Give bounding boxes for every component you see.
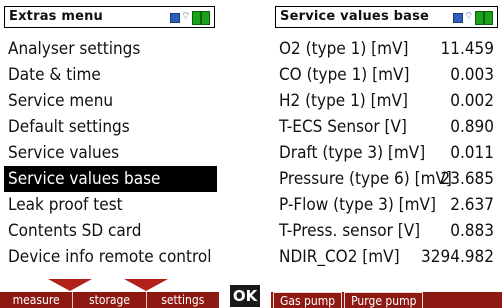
menu-item-service-menu[interactable]: Service menu <box>4 88 217 114</box>
softkey-bar: measure storage settings <box>0 292 219 308</box>
value-reading: 0.002 <box>450 91 494 111</box>
extras-menu-screen: Extras menu ⌔ Analyser settings Date & t… <box>0 0 219 308</box>
value-row: O2 (type 1) [mV] 11.459 <box>275 36 498 62</box>
menu-item-leak-proof-test[interactable]: Leak proof test <box>4 192 217 218</box>
value-row: H2 (type 1) [mV] 0.002 <box>275 88 498 114</box>
down-arrow-icon <box>48 279 92 291</box>
screen-title: Extras menu <box>9 9 103 24</box>
screen-title: Service values base <box>280 9 430 24</box>
title-bar: Extras menu ⌔ <box>4 6 215 28</box>
value-row: Pressure (type 6) [mV] 23.685 <box>275 166 498 192</box>
status-green-icon <box>192 11 201 25</box>
down-arrow-icon <box>124 279 168 291</box>
value-reading: 23.685 <box>440 169 495 189</box>
softkey-purge-pump[interactable]: Purge pump <box>344 292 424 308</box>
value-reading: 2.637 <box>450 195 494 215</box>
menu-item-default-settings[interactable]: Default settings <box>4 114 217 140</box>
softkey-bar: Gas pump Purge pump <box>271 292 502 308</box>
menu-item-analyser-settings[interactable]: Analyser settings <box>4 36 217 62</box>
value-label: NDIR_CO2 [mV] <box>279 247 400 267</box>
wireless-icon: ⌔ <box>181 11 191 22</box>
value-reading: 0.890 <box>450 117 494 137</box>
status-indicators: ⌔ <box>453 11 493 25</box>
battery-icon <box>170 13 180 23</box>
value-row: NDIR_CO2 [mV] 3294.982 <box>275 244 498 270</box>
status-green-icon <box>484 11 493 25</box>
ok-button[interactable]: OK <box>230 285 260 307</box>
value-row: T-Press. sensor [V] 0.883 <box>275 218 498 244</box>
softkey-arrows <box>0 279 219 293</box>
menu-item-service-values-base[interactable]: Service values base <box>4 166 217 192</box>
value-label: P-Flow (type 3) [mV] <box>279 195 436 215</box>
value-reading: 3294.982 <box>421 247 494 267</box>
status-green-icon <box>201 11 210 25</box>
menu-item-date-time[interactable]: Date & time <box>4 62 217 88</box>
service-values-base-screen: Service values base ⌔ O2 (type 1) [mV] 1… <box>271 0 502 308</box>
value-label: T-Press. sensor [V] <box>279 221 421 241</box>
menu-item-contents-sd-card[interactable]: Contents SD card <box>4 218 217 244</box>
softkey-measure[interactable]: measure <box>0 292 74 308</box>
value-label: H2 (type 1) [mV] <box>279 91 408 111</box>
value-label: Draft (type 3) [mV] <box>279 143 426 163</box>
softkey-storage[interactable]: storage <box>73 292 147 308</box>
title-bar: Service values base ⌔ <box>275 6 498 28</box>
wireless-icon: ⌔ <box>464 11 474 22</box>
softkey-gas-pump[interactable]: Gas pump <box>273 292 343 308</box>
menu-item-service-values[interactable]: Service values <box>4 140 217 166</box>
value-row: Draft (type 3) [mV] 0.011 <box>275 140 498 166</box>
value-label: Pressure (type 6) [mV] <box>279 169 452 189</box>
value-label: T-ECS Sensor [V] <box>279 117 407 137</box>
battery-icon <box>453 13 463 23</box>
value-row: T-ECS Sensor [V] 0.890 <box>275 114 498 140</box>
value-label: O2 (type 1) [mV] <box>279 39 409 59</box>
value-reading: 0.883 <box>450 221 494 241</box>
extras-menu-list: Analyser settings Date & time Service me… <box>4 36 217 270</box>
menu-item-device-info-remote-control[interactable]: Device info remote control <box>4 244 217 270</box>
value-row: P-Flow (type 3) [mV] 2.637 <box>275 192 498 218</box>
status-indicators: ⌔ <box>170 11 210 25</box>
status-green-icon <box>475 11 484 25</box>
value-reading: 11.459 <box>440 39 495 59</box>
softkey-settings[interactable]: settings <box>147 292 219 308</box>
value-reading: 0.011 <box>450 143 494 163</box>
service-values-list: O2 (type 1) [mV] 11.459 CO (type 1) [mV]… <box>275 36 498 270</box>
value-row: CO (type 1) [mV] 0.003 <box>275 62 498 88</box>
value-label: CO (type 1) [mV] <box>279 65 410 85</box>
value-reading: 0.003 <box>450 65 494 85</box>
